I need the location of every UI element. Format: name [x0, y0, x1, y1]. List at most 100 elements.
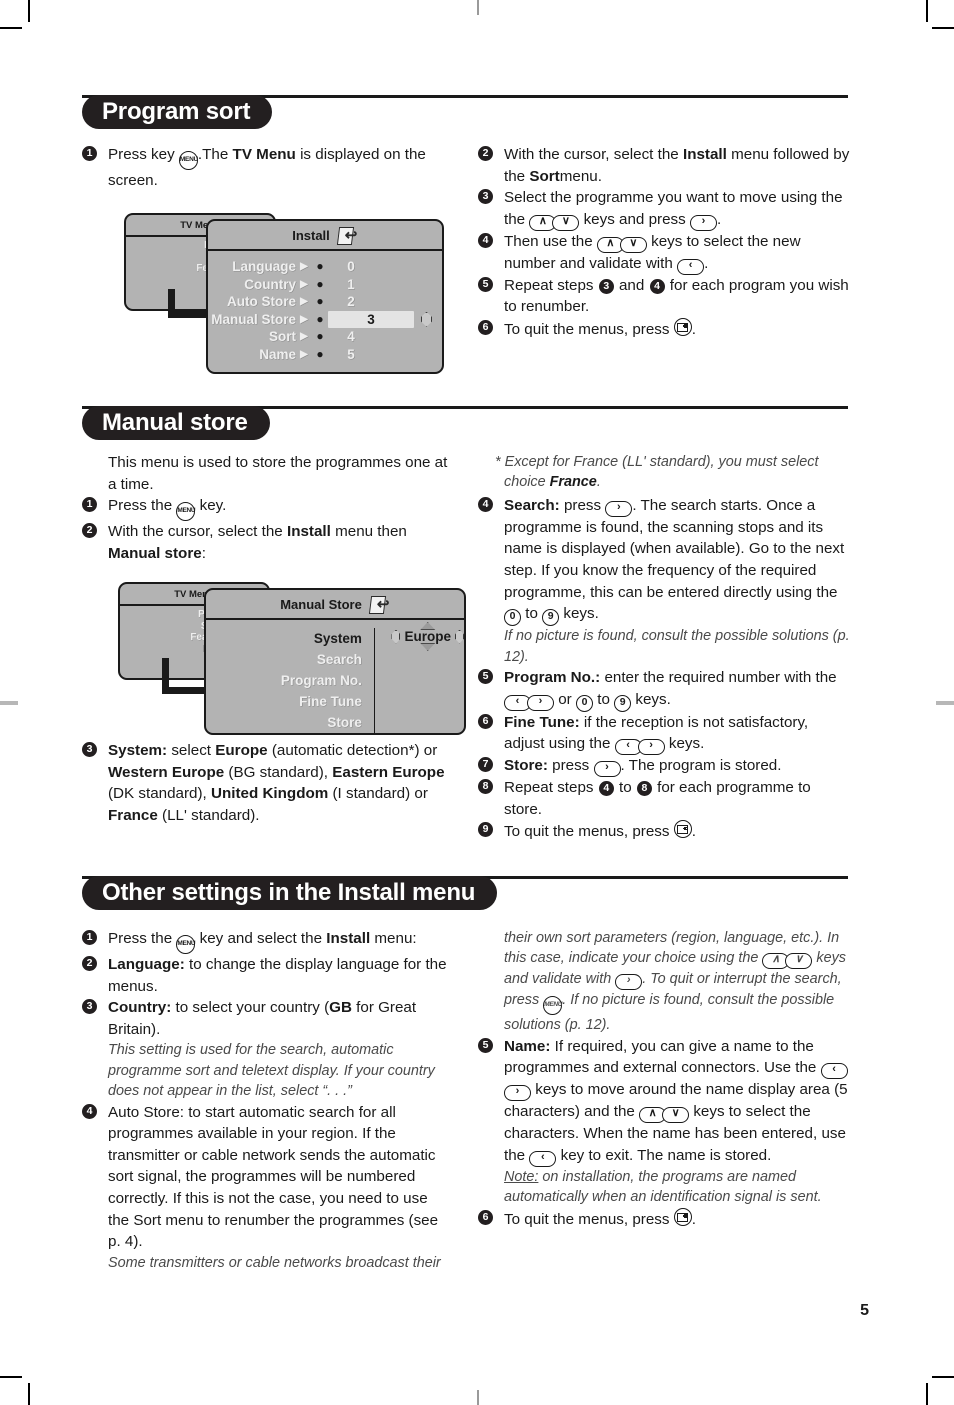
step-text: Select the programme you want to move us… — [504, 189, 843, 231]
step-item: 6 To quit the menus, press . — [478, 1207, 850, 1231]
down-key-icon: ∨ — [552, 214, 580, 231]
section-title-other-settings: Other settings in the Install menu — [82, 876, 498, 910]
table-row[interactable]: Country ▶ ● 1 — [208, 276, 442, 294]
step-text: System: select Europe (automatic detecti… — [108, 742, 445, 824]
manual-store-item-selected[interactable]: System — [206, 628, 362, 649]
system-value: Europe — [404, 629, 451, 644]
step-text: Country: to select your country (GB for … — [108, 999, 417, 1038]
step-number: 6 — [478, 319, 493, 335]
step-item: 9 To quit the menus, press . — [478, 820, 850, 843]
row-label: Manual Store — [211, 311, 296, 327]
row-label: Sort — [269, 329, 296, 344]
system-value-spinner[interactable]: Europe — [391, 622, 464, 651]
chevron-right-icon: ▶ — [300, 261, 308, 272]
manual-store-item[interactable]: Fine Tune — [206, 691, 362, 712]
step-item: 3 Select the programme you want to move … — [478, 187, 850, 231]
manual-store-item[interactable]: Search — [206, 649, 362, 670]
crop-mark-top-left-horizontal — [0, 27, 22, 29]
down-key-icon: ∨ — [662, 1107, 690, 1124]
step-number: 2 — [82, 523, 97, 539]
step-number: 6 — [478, 713, 493, 729]
crop-mark-top-right-vertical — [926, 0, 928, 22]
manual-store-footnote: * Except for France (LL' standard), you … — [495, 454, 819, 491]
step-text: Fine Tune: if the reception is not satis… — [504, 714, 808, 756]
left-key-icon: ‹ — [820, 1063, 848, 1080]
manual-store-item[interactable]: Program No. — [206, 670, 362, 691]
step-item: 5 Program No.: enter the required number… — [478, 667, 850, 712]
crop-mark-bottom-center — [477, 1390, 479, 1405]
step-item: 4 Then use the ∧ ∨ keys to select the new… — [478, 231, 850, 275]
step-number: 2 — [82, 956, 97, 971]
row-label: Country — [244, 276, 296, 292]
table-row-selected[interactable]: Manual Store ▶ ● 3 — [208, 310, 442, 328]
step-item: 6 Fine Tune: if the reception is not sat… — [478, 712, 850, 756]
exit-key-icon — [673, 317, 692, 336]
note-label: Note: — [504, 1169, 539, 1185]
manual-store-submenu-title: Manual Store — [280, 597, 362, 612]
crop-mark-top-right-horizontal — [932, 27, 954, 29]
other-settings-step4-note: Some transmitters or cable networks broa… — [108, 1254, 441, 1271]
exit-key-icon — [673, 820, 692, 839]
row-value: 2 — [347, 294, 355, 309]
step-reference: 4 — [598, 781, 614, 797]
other-settings-right-column: their own sort parameters (region, langu… — [478, 928, 850, 1230]
step-number: 8 — [478, 779, 493, 795]
step-number: 7 — [478, 757, 493, 773]
step-number: 5 — [478, 669, 493, 684]
menu-key-icon: MENU — [176, 935, 196, 954]
table-row[interactable]: Sort ▶ ● 4 — [208, 328, 442, 346]
step-text: Name: If required, you can give a name t… — [504, 1038, 848, 1167]
table-row[interactable]: Auto Store ▶ ● 2 — [208, 293, 442, 311]
page-number: 5 — [860, 1302, 869, 1319]
manual-store-right-column: * Except for France (LL' standard), you … — [478, 452, 850, 843]
section-title-manual-store: Manual store — [82, 406, 270, 440]
step-item: 4 Search: press ›. The search starts. On… — [478, 495, 850, 627]
step-text: Then use the ∧ ∨ keys to select the new n… — [504, 233, 801, 275]
step-number: 1 — [82, 930, 97, 945]
step-text: Search: press ›. The search starts. Once… — [504, 497, 844, 627]
step-number: 4 — [82, 1103, 97, 1119]
bullet-icon: ● — [316, 329, 324, 343]
step-item: 2 With the cursor, select the Install me… — [478, 144, 850, 187]
step-text: Repeat steps 4 to 8 for each programme t… — [504, 779, 811, 818]
other-settings-step3-note: This setting is used for the search, aut… — [108, 1042, 435, 1100]
crop-mark-bottom-right-horizontal — [932, 1376, 954, 1378]
row-value: 0 — [347, 259, 355, 274]
manual-store-item[interactable]: Store — [206, 712, 362, 733]
spinner-up-icon — [420, 622, 436, 630]
other-settings-step4-note-cont: their own sort parameters (region, langu… — [504, 930, 846, 1034]
step-reference: 3 — [598, 278, 614, 294]
crop-mark-bottom-left-vertical — [28, 1383, 30, 1405]
chevron-right-icon: ▶ — [300, 296, 308, 307]
table-row[interactable]: Language ▶ ● 0 — [208, 258, 442, 276]
left-key-icon: ‹ — [677, 258, 705, 275]
right-key-icon: › — [527, 694, 554, 711]
step-item: 1 Press the MENU key. — [82, 495, 452, 522]
step-text: To quit the menus, press . — [504, 820, 696, 840]
install-submenu-panel: Install ↩ Language ▶ ● 0 Country ▶ ● 1 A… — [206, 219, 444, 374]
step-item: 3 System: select Europe (automatic detec… — [82, 740, 452, 826]
manual-store-submenu-body: System Search Program No. Fine Tune Stor… — [206, 620, 464, 733]
step-number: 4 — [478, 496, 493, 512]
program-sort-left-column: 1 Press key MENU.The TV Menu is displaye… — [82, 144, 452, 192]
step-text: Repeat steps 3 and 4 for each program yo… — [504, 276, 849, 316]
bullet-icon: ● — [316, 346, 324, 361]
section-title-program-sort: Program sort — [82, 95, 273, 129]
spinner-right-icon — [455, 629, 464, 644]
table-row[interactable]: Name ▶ ● 5 — [208, 346, 442, 364]
step-item: 7 Store: press ›. The program is stored. — [478, 755, 850, 778]
step-number: 5 — [478, 276, 493, 292]
bullet-icon: ● — [316, 294, 324, 308]
crop-mark-mid-right — [936, 701, 954, 705]
bullet-icon: ● — [316, 276, 324, 291]
step-number: 1 — [82, 146, 97, 161]
step-number: 2 — [478, 146, 493, 161]
right-key-icon: › — [637, 739, 665, 756]
step-item: 1 Press key MENU.The TV Menu is displaye… — [82, 144, 452, 192]
step-text: To quit the menus, press . — [504, 1207, 696, 1228]
figure-install-menu: TV Menu Picture Sound Features Install M… — [124, 205, 444, 374]
chevron-right-icon: ▶ — [300, 278, 308, 290]
exit-key-icon — [673, 1207, 692, 1226]
row-label: Language — [232, 259, 296, 274]
crop-mark-bottom-right-vertical — [926, 1383, 928, 1405]
